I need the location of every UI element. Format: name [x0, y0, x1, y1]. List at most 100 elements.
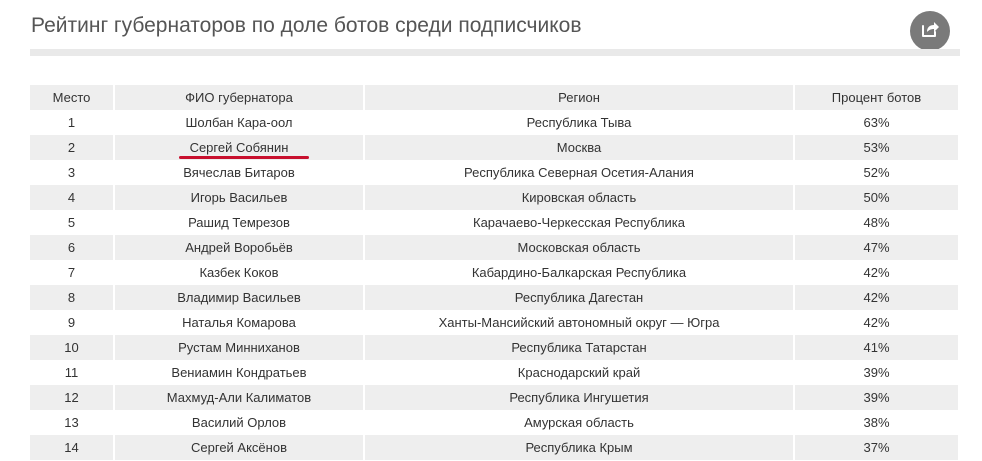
cell-governor-name: Андрей Воробьёв	[115, 235, 365, 260]
cell-place-text: 7	[67, 265, 76, 280]
cell-governor-name: Наталья Комарова	[115, 310, 365, 335]
cell-region: Москва	[365, 135, 795, 160]
page-title: Рейтинг губернаторов по доле ботов среди…	[31, 14, 582, 37]
cell-bot-percent-text: 37%	[863, 440, 890, 455]
cell-place: 9	[30, 310, 115, 335]
cell-region: Республика Дагестан	[365, 285, 795, 310]
cell-governor-name: Махмуд-Али Калиматов	[115, 385, 365, 410]
cell-bot-percent-text: 41%	[863, 340, 890, 355]
table-row: 7 Казбек Коков Кабардино-Балкарская Респуб…	[30, 260, 958, 285]
cell-bot-percent-text: 47%	[863, 240, 890, 255]
cell-region-text: Карачаево-Черкесская Республика	[473, 215, 685, 230]
cell-bot-percent: 47%	[795, 235, 958, 260]
cell-bot-percent: 41%	[795, 335, 958, 360]
cell-region-text: Ханты-Мансийский автономный округ — Югра	[438, 315, 720, 330]
cell-bot-percent-text: 52%	[863, 165, 890, 180]
cell-region: Кабардино-Балкарская Республика	[365, 260, 795, 285]
cell-place: 5	[30, 210, 115, 235]
table-row: 1 Шолбан Кара-оол Республика Тыва 63%	[30, 110, 958, 135]
cell-place-text: 3	[67, 165, 76, 180]
cell-bot-percent: 39%	[795, 385, 958, 410]
cell-bot-percent: 42%	[795, 260, 958, 285]
table-row: 6 Андрей Воробьёв Московская область 47%	[30, 235, 958, 260]
cell-bot-percent-text: 50%	[863, 190, 890, 205]
cell-governor-name-text: Андрей Воробьёв	[185, 240, 293, 255]
cell-bot-percent: 39%	[795, 360, 958, 385]
cell-governor-name-text: Сергей Собянин	[189, 140, 289, 155]
cell-region-text: Московская область	[517, 240, 641, 255]
cell-region: Кировская область	[365, 185, 795, 210]
cell-region: Республика Ингушетия	[365, 385, 795, 410]
cell-region-text: Краснодарский край	[517, 365, 641, 380]
cell-governor-name-text: Сергей Аксёнов	[191, 440, 287, 455]
cell-bot-percent: 53%	[795, 135, 958, 160]
cell-bot-percent-text: 42%	[863, 290, 890, 305]
table-row: 14 Сергей Аксёнов Республика Крым 37%	[30, 435, 958, 460]
cell-governor-name: Рашид Темрезов	[115, 210, 365, 235]
cell-place-text: 13	[64, 415, 79, 430]
cell-governor-name-text: Шолбан Кара-оол	[185, 115, 293, 130]
table-row: 12 Махмуд-Али Калиматов Республика Ингушет…	[30, 385, 958, 410]
table-body: 1 Шолбан Кара-оол Республика Тыва 63% 2 Серге…	[30, 110, 958, 460]
share-icon	[920, 19, 940, 44]
cell-bot-percent-text: 53%	[863, 140, 890, 155]
share-button[interactable]	[910, 11, 950, 51]
cell-place: 1	[30, 110, 115, 135]
table-row: 9 Наталья Комарова Ханты-Мансийский автоно…	[30, 310, 958, 335]
cell-bot-percent: 50%	[795, 185, 958, 210]
cell-region: Республика Крым	[365, 435, 795, 460]
table-row: 4 Игорь Васильев Кировская область 50%	[30, 185, 958, 210]
cell-place: 12	[30, 385, 115, 410]
cell-region: Карачаево-Черкесская Республика	[365, 210, 795, 235]
cell-bot-percent-text: 48%	[863, 215, 890, 230]
cell-place-text: 4	[67, 190, 76, 205]
column-header-place: Место	[30, 85, 115, 110]
cell-region-text: Республика Тыва	[526, 115, 632, 130]
cell-place-text: 5	[67, 215, 76, 230]
cell-region-text: Республика Ингушетия	[509, 390, 649, 405]
cell-governor-name-text: Махмуд-Али Калиматов	[166, 390, 312, 405]
table-row: 2 Сергей Собянин Москва 53%	[30, 135, 958, 160]
highlight-underline	[179, 156, 309, 159]
cell-governor-name-text: Рустам Минниханов	[178, 340, 300, 355]
cell-bot-percent-text: 38%	[863, 415, 890, 430]
cell-bot-percent: 37%	[795, 435, 958, 460]
cell-governor-name-text: Казбек Коков	[199, 265, 279, 280]
cell-governor-name: Владимир Васильев	[115, 285, 365, 310]
table-row: 8 Владимир Васильев Республика Дагестан 42%	[30, 285, 958, 310]
column-header-percent: Процент ботов	[795, 85, 958, 110]
ratings-table-container: Место ФИО губернатора Регион Процент бот…	[30, 85, 958, 460]
cell-region-text: Республика Татарстан	[511, 340, 647, 355]
cell-region: Краснодарский край	[365, 360, 795, 385]
cell-place: 13	[30, 410, 115, 435]
cell-governor-name: Василий Орлов	[115, 410, 365, 435]
table-row: 3 Вячеслав Битаров Республика Северная Осе…	[30, 160, 958, 185]
cell-bot-percent-text: 39%	[863, 390, 890, 405]
cell-governor-name: Вениамин Кондратьев	[115, 360, 365, 385]
cell-governor-name: Игорь Васильев	[115, 185, 365, 210]
cell-place: 4	[30, 185, 115, 210]
cell-governor-name: Вячеслав Битаров	[115, 160, 365, 185]
cell-region: Республика Татарстан	[365, 335, 795, 360]
cell-place: 14	[30, 435, 115, 460]
cell-place-text: 10	[64, 340, 79, 355]
cell-region: Республика Северная Осетия-Алания	[365, 160, 795, 185]
cell-governor-name-text: Игорь Васильев	[190, 190, 288, 205]
cell-region: Амурская область	[365, 410, 795, 435]
cell-bot-percent: 52%	[795, 160, 958, 185]
cell-place: 7	[30, 260, 115, 285]
column-header-region: Регион	[365, 85, 795, 110]
cell-bot-percent-text: 63%	[863, 115, 890, 130]
cell-bot-percent: 63%	[795, 110, 958, 135]
column-header-name: ФИО губернатора	[115, 85, 365, 110]
cell-governor-name: Рустам Минниханов	[115, 335, 365, 360]
cell-region-text: Кабардино-Балкарская Республика	[471, 265, 687, 280]
cell-bot-percent: 42%	[795, 310, 958, 335]
cell-governor-name: Сергей Аксёнов	[115, 435, 365, 460]
cell-place-text: 8	[67, 290, 76, 305]
cell-region-text: Республика Северная Осетия-Алания	[464, 165, 694, 180]
cell-governor-name-text: Владимир Васильев	[177, 290, 301, 305]
table-row: 13 Василий Орлов Амурская область 38%	[30, 410, 958, 435]
cell-bot-percent-text: 42%	[863, 315, 890, 330]
cell-place: 6	[30, 235, 115, 260]
